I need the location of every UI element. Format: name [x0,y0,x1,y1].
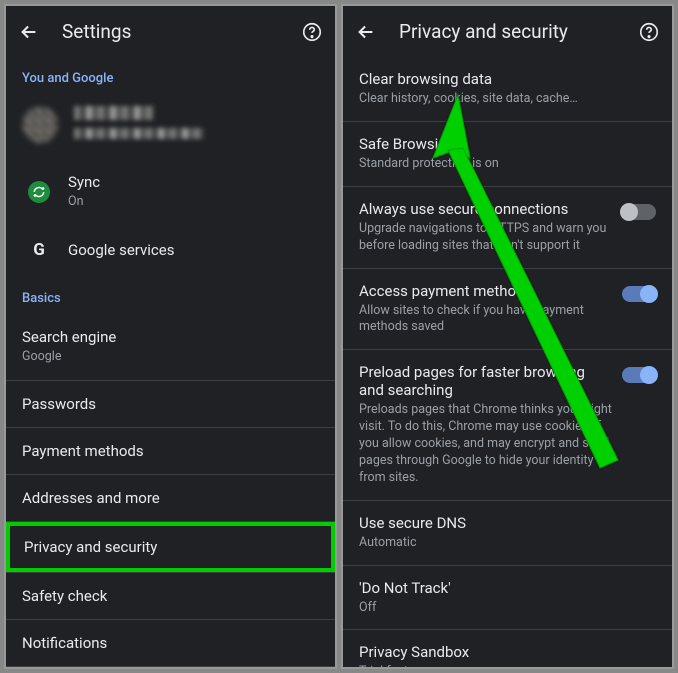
notifications-row[interactable]: Notifications [6,620,335,666]
preload-toggle[interactable] [622,367,656,383]
page-title: Settings [62,20,301,43]
settings-panel: Settings You and Google [4,4,337,669]
section-label-basics: Basics [6,277,335,314]
avatar [22,107,58,143]
privacy-header: Privacy and security [343,6,672,57]
google-services-row[interactable]: G Google services [6,225,335,277]
privacy-security-panel: Privacy and security Clear browsing data… [341,4,674,669]
section-label-you-and-google: You and Google [6,57,335,94]
search-engine-title: Search engine [22,328,319,346]
payment-methods-toggle[interactable] [622,286,656,302]
page-title: Privacy and security [399,20,638,43]
safe-browsing-row[interactable]: Safe Browsing Standard protection is on [343,122,672,186]
privacy-security-row[interactable]: Privacy and security [10,526,331,568]
payment-methods-row[interactable]: Payment methods [6,428,335,474]
passwords-row[interactable]: Passwords [6,381,335,427]
search-engine-value: Google [22,349,319,366]
access-payment-methods-row[interactable]: Access payment methods Allow sites to ch… [343,269,672,350]
highlight-annotation: Privacy and security [6,522,335,572]
clear-browsing-data-row[interactable]: Clear browsing data Clear history, cooki… [343,57,672,121]
help-icon[interactable] [638,21,660,43]
account-email-redacted [74,128,204,139]
always-secure-connections-row[interactable]: Always use secure connections Upgrade na… [343,187,672,268]
google-services-label: Google services [68,241,174,259]
secure-connections-toggle[interactable] [622,204,656,220]
addresses-row[interactable]: Addresses and more [6,475,335,521]
do-not-track-row[interactable]: 'Do Not Track' Off [343,566,672,630]
search-engine-row[interactable]: Search engine Google [6,314,335,380]
secure-dns-row[interactable]: Use secure DNS Automatic [343,501,672,565]
sync-icon [28,181,50,203]
account-name-redacted [74,106,154,120]
preload-pages-row[interactable]: Preload pages for faster browsing and se… [343,350,672,499]
account-row[interactable] [6,94,335,163]
sync-status: On [68,194,100,211]
settings-header: Settings [6,6,335,57]
back-icon[interactable] [355,21,377,43]
sync-row[interactable]: Sync On [6,163,335,225]
privacy-sandbox-row[interactable]: Privacy Sandbox Trial features are on [343,630,672,669]
safety-check-row[interactable]: Safety check [6,573,335,619]
google-icon: G [28,239,50,261]
back-icon[interactable] [18,21,40,43]
sync-title: Sync [68,173,100,191]
help-icon[interactable] [301,21,323,43]
